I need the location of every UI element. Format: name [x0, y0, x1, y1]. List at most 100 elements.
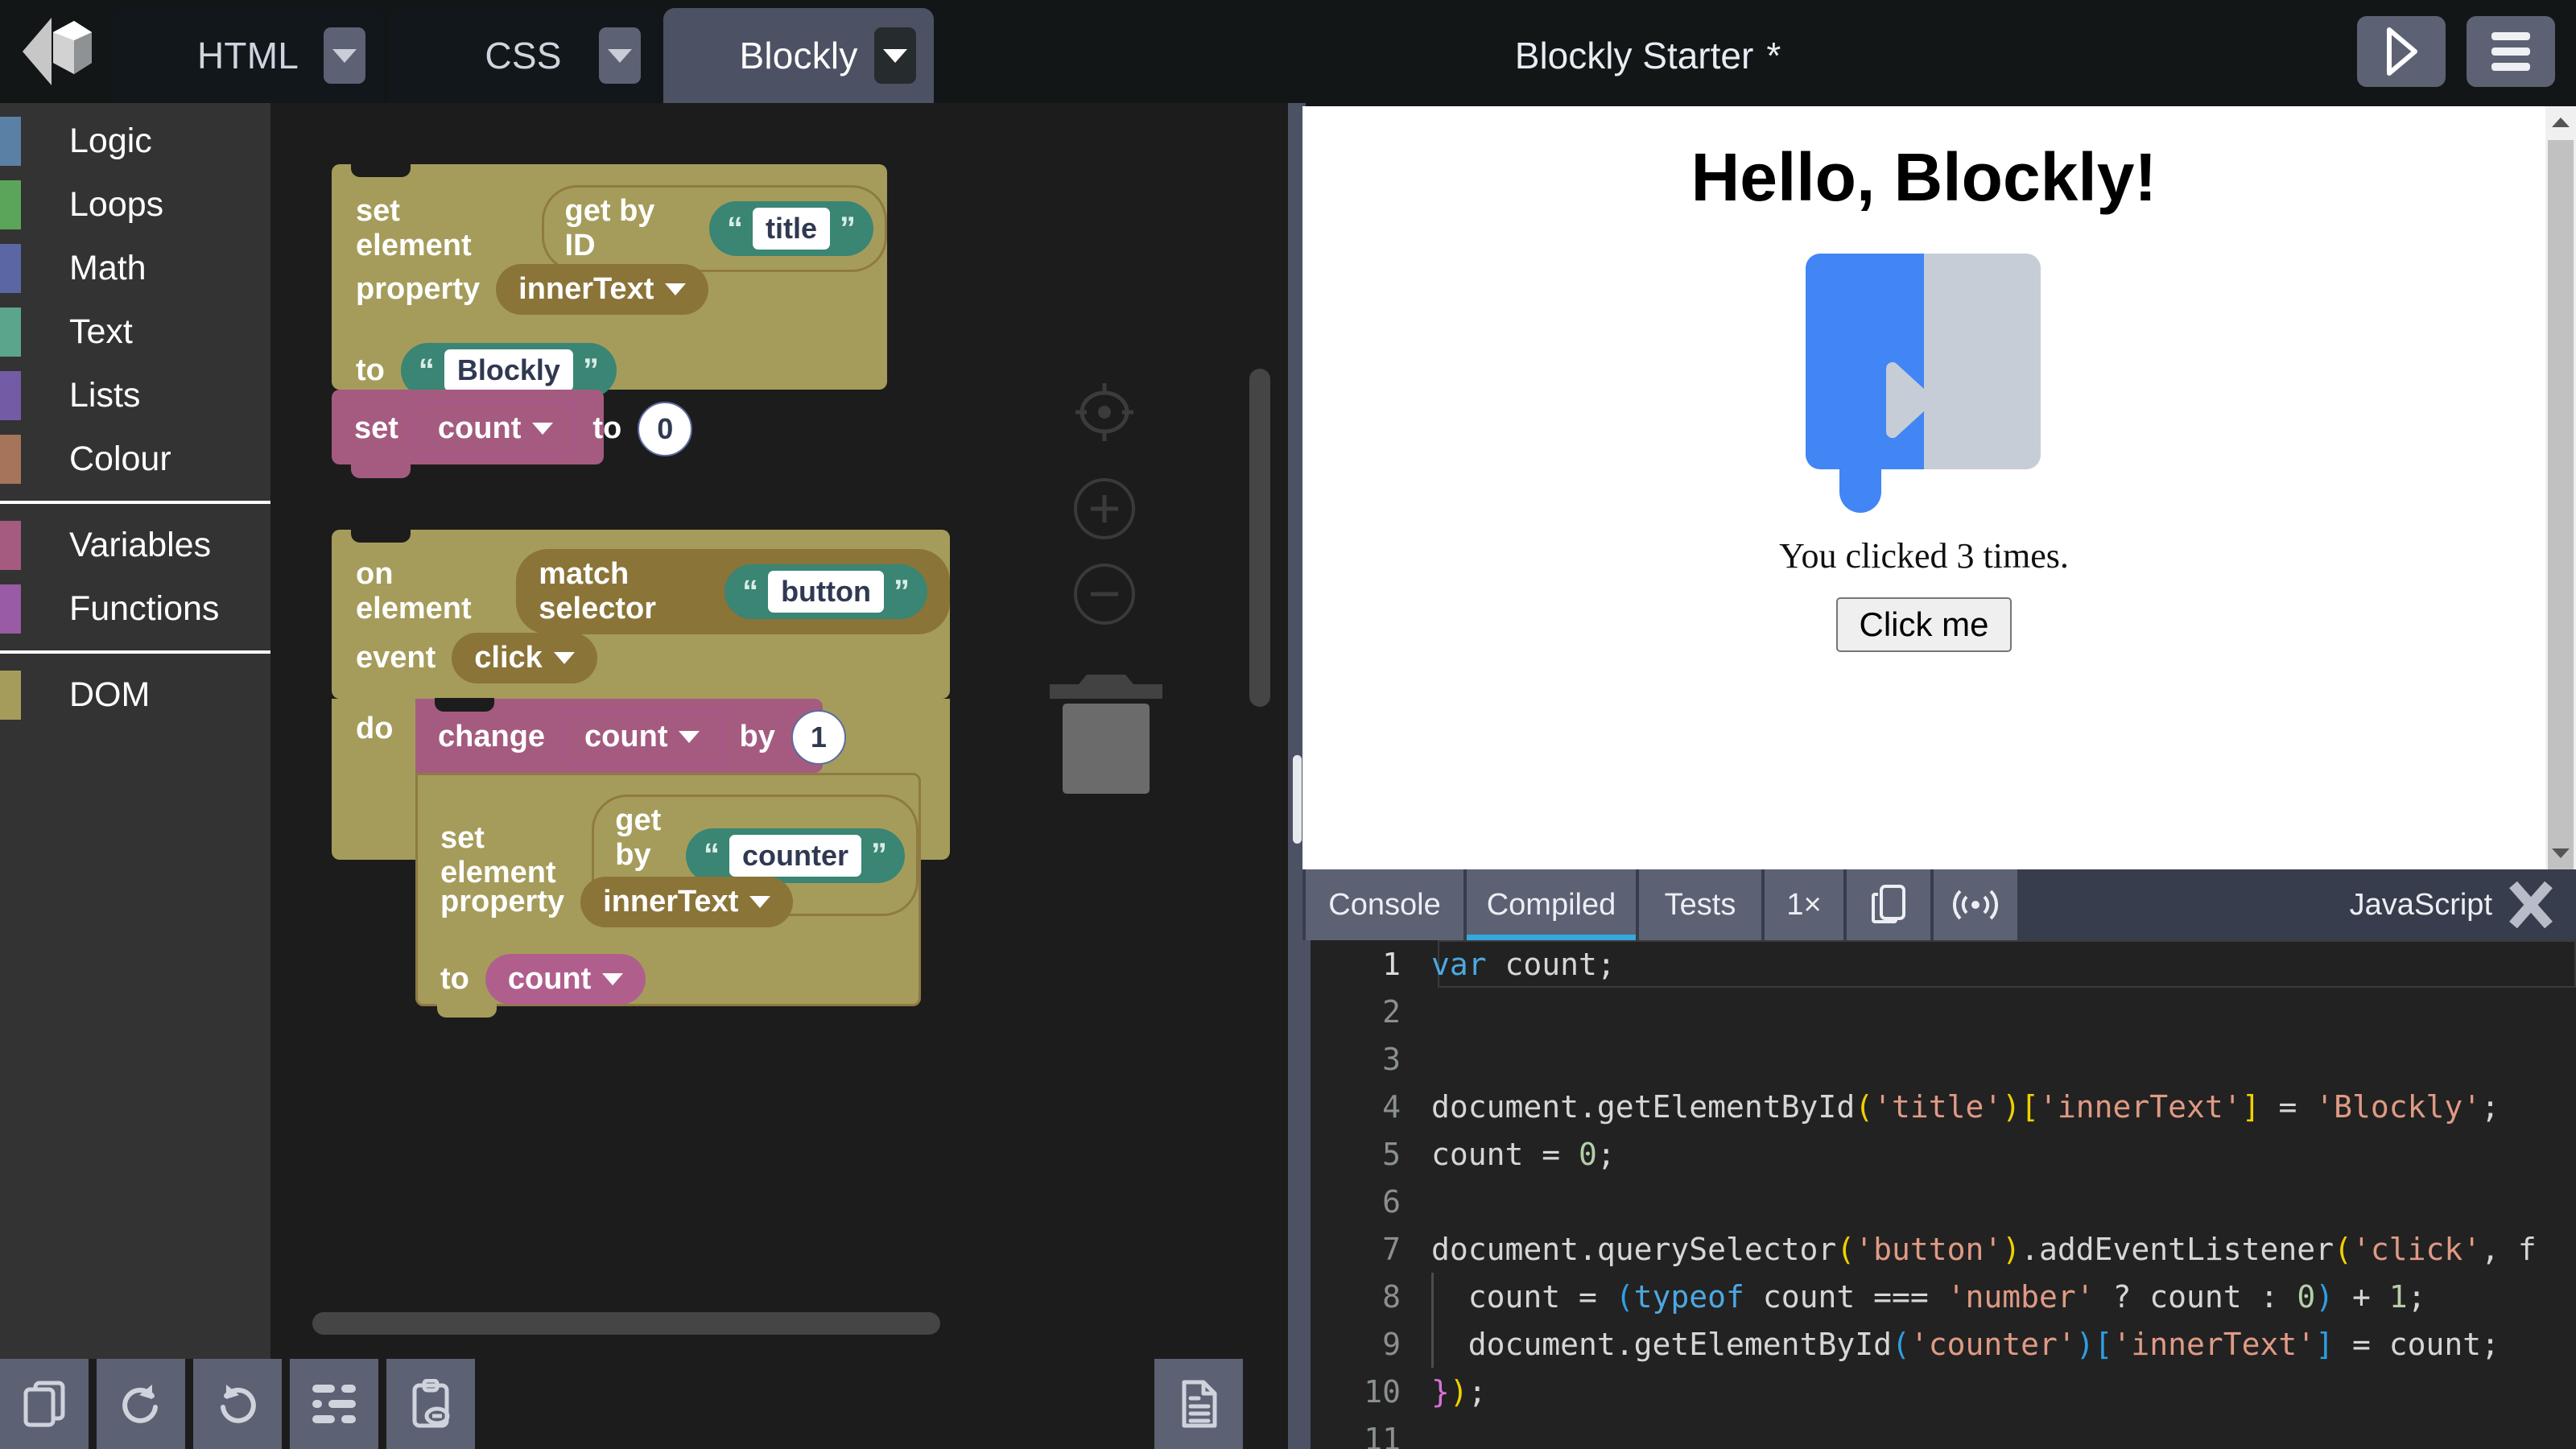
tab-responsive-device[interactable] — [1847, 869, 1930, 940]
format-blocks-button[interactable] — [290, 1359, 378, 1449]
code-line: 4 document.getElementById('title')['inne… — [1302, 1083, 2576, 1130]
toolbox-category-logic[interactable]: Logic — [0, 109, 270, 173]
field-text-value[interactable]: Blockly — [444, 349, 573, 391]
block-text-string-button[interactable]: “ button ” — [724, 564, 927, 619]
dropdown-property-2[interactable]: innerText — [580, 877, 794, 927]
line-number: 9 — [1382, 1326, 1401, 1362]
line-text: document.getElementById('title')['innerT… — [1431, 1088, 2500, 1125]
menu-button[interactable] — [2467, 16, 2555, 87]
dropdown-variable-value: count — [437, 411, 522, 445]
block-dom-match-selector[interactable]: match selector “ button ” — [516, 549, 950, 634]
redo-icon — [221, 1385, 256, 1423]
field-number-value[interactable]: 1 — [791, 709, 846, 765]
line-number: 11 — [1364, 1421, 1401, 1449]
trash-button[interactable] — [1050, 667, 1162, 799]
document-button[interactable] — [1154, 1359, 1243, 1449]
preview-counter-text: You clicked 3 times. — [1779, 536, 2069, 576]
copy-icon — [23, 1381, 65, 1427]
preview-click-me-button[interactable]: Click me — [1836, 597, 2012, 652]
block-label-to: to — [356, 353, 385, 387]
center-workspace-button[interactable] — [1072, 380, 1137, 448]
tab-broadcast[interactable] — [1934, 869, 2017, 940]
scroll-down-arrow-icon[interactable] — [2545, 837, 2576, 869]
toolbox-category-variables[interactable]: Variables — [0, 514, 270, 577]
tab-tests-label: Tests — [1664, 887, 1736, 922]
toolbox-category-dom[interactable]: DOM — [0, 663, 270, 727]
toolbox-category-functions[interactable]: Functions — [0, 577, 270, 641]
dropdown-property-1[interactable]: innerText — [496, 264, 709, 315]
block-label-set-element: set element — [356, 194, 472, 262]
chevron-down-icon[interactable] — [599, 27, 641, 84]
console-close-button[interactable] — [2497, 869, 2565, 940]
block-label-by: by — [739, 720, 775, 753]
chevron-down-icon — [749, 896, 771, 908]
zoom-out-icon — [1091, 592, 1118, 597]
redo-button[interactable] — [193, 1359, 282, 1449]
field-number-value[interactable]: 0 — [638, 401, 693, 456]
copy-button[interactable] — [0, 1359, 89, 1449]
block-dom-set-element-1[interactable]: set element get by ID “ title ” property… — [332, 163, 887, 398]
field-text-id[interactable]: title — [752, 208, 830, 250]
line-text: document.querySelector('button').addEven… — [1431, 1231, 2537, 1267]
block-dom-get-by-id-1[interactable]: get by ID “ title ” — [541, 185, 887, 272]
line-text: var count; — [1431, 946, 1616, 982]
tab-console[interactable]: Console — [1306, 869, 1463, 940]
trash-icon — [1050, 675, 1162, 794]
category-colour-swatch — [0, 117, 21, 166]
workspace-horizontal-scrollbar[interactable] — [312, 1312, 940, 1335]
code-editor[interactable]: 1 var count; 2 3 4 document.getElementBy… — [1302, 940, 2576, 1449]
tab-blockly[interactable]: Blockly — [663, 8, 934, 103]
preview-scrollbar[interactable] — [2545, 106, 2576, 1098]
block-text-string-counter[interactable]: “ counter ” — [685, 828, 905, 883]
toolbox-category-loops[interactable]: Loops — [0, 173, 270, 237]
block-label-on-element: on element — [356, 557, 472, 625]
block-variables-change-count[interactable]: change count by 1 — [415, 698, 846, 786]
dropdown-event[interactable]: click — [452, 633, 597, 683]
field-text-selector[interactable]: button — [768, 571, 884, 613]
play-icon — [2387, 27, 2417, 76]
tab-speed[interactable]: 1× — [1765, 869, 1843, 940]
block-dom-set-element-2[interactable]: set element get by ID “ counter ” proper… — [415, 773, 921, 1018]
dropdown-variable-count-1[interactable]: count — [414, 401, 577, 456]
field-text-id[interactable]: counter — [729, 834, 861, 877]
line-number: 2 — [1382, 993, 1401, 1030]
block-label-property: property — [440, 885, 565, 919]
tab-tests[interactable]: Tests — [1639, 869, 1761, 940]
toolbox-category-math[interactable]: Math — [0, 237, 270, 300]
undo-button[interactable] — [97, 1359, 185, 1449]
chevron-down-icon[interactable] — [324, 27, 365, 84]
block-label-to: to — [592, 411, 622, 445]
run-button[interactable] — [2357, 16, 2446, 87]
responsive-device-icon — [1872, 885, 1905, 923]
block-text-string-title[interactable]: “ title ” — [708, 201, 873, 256]
splitter-grip[interactable] — [1293, 755, 1302, 844]
toolbox-separator — [0, 501, 270, 504]
zoom-in-button[interactable] — [1074, 478, 1135, 539]
toolbox-category-label: Text — [69, 312, 133, 351]
block-variables-set-count[interactable]: set count to 0 — [332, 390, 693, 478]
blockly-workspace[interactable]: set element get by ID “ title ” property… — [270, 103, 1288, 1359]
dropdown-event-value: click — [474, 641, 543, 675]
tab-css[interactable]: CSS — [388, 8, 658, 103]
line-number: 3 — [1382, 1041, 1401, 1077]
tab-html[interactable]: HTML — [113, 8, 383, 103]
toolbox-category-text[interactable]: Text — [0, 300, 270, 364]
workspace-vertical-scrollbar[interactable] — [1249, 369, 1270, 707]
line-number: 6 — [1382, 1183, 1401, 1220]
block-label-change: change — [438, 720, 546, 753]
toolbox-category-colour[interactable]: Colour — [0, 427, 270, 491]
app-logo[interactable] — [0, 0, 113, 103]
line-text: count = 0; — [1431, 1136, 1616, 1172]
tab-compiled[interactable]: Compiled — [1467, 869, 1636, 940]
block-label-get-by-id: get by ID — [564, 194, 655, 262]
block-dom-on-element[interactable]: on element match selector “ button ” eve… — [332, 529, 950, 699]
copy-link-button[interactable] — [386, 1359, 475, 1449]
category-colour-swatch — [0, 180, 21, 229]
dropdown-variable-count-2[interactable]: count — [561, 709, 724, 765]
scroll-up-arrow-icon[interactable] — [2545, 106, 2576, 138]
close-quote-icon: ” — [894, 573, 910, 609]
block-variables-get-count[interactable]: count — [485, 954, 646, 1005]
toolbox-category-lists[interactable]: Lists — [0, 364, 270, 427]
chevron-down-icon[interactable] — [874, 27, 916, 84]
zoom-out-button[interactable] — [1074, 564, 1135, 625]
